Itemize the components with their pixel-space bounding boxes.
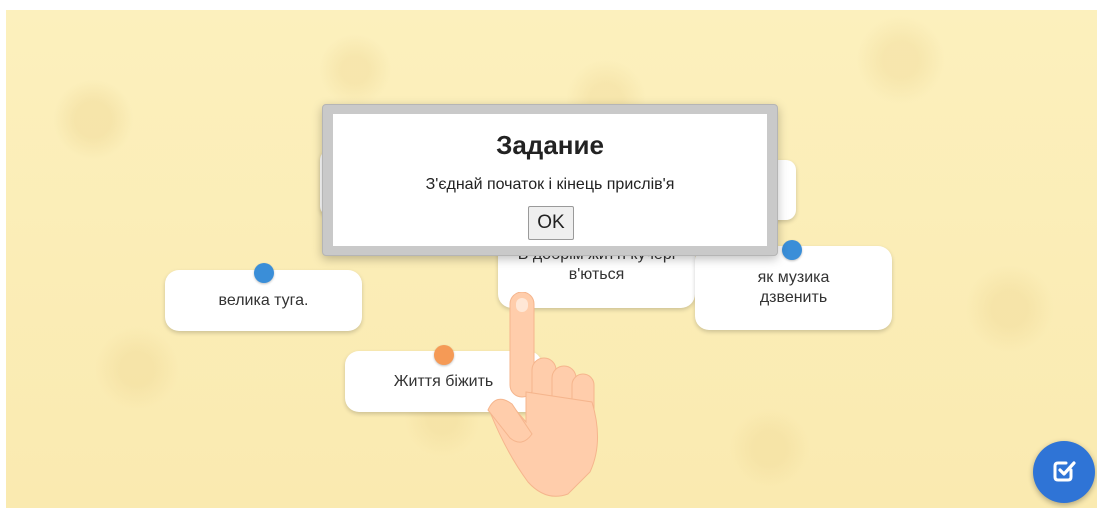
card-label: Життя біжить (393, 372, 494, 390)
connector-dot[interactable] (434, 345, 454, 365)
connector-dot[interactable] (254, 263, 274, 283)
ok-button[interactable]: OK (528, 206, 574, 240)
check-answer-button[interactable] (1033, 441, 1095, 503)
dialog-title: Задание (496, 130, 604, 160)
task-dialog-body: Задание З'єднай початок і кінець прислів… (333, 114, 767, 246)
game-stage: велика туга. В добрім житті кучері в'ють… (6, 10, 1097, 508)
card-label: як музика дзвенить (757, 269, 830, 306)
connector-dot[interactable] (782, 240, 802, 260)
card-label: велика туга. (218, 291, 309, 309)
task-dialog: Задание З'єднай початок і кінець прислів… (322, 104, 778, 256)
dialog-instruction: З'єднай початок і кінець прислів'я (425, 176, 675, 193)
check-square-icon (1053, 461, 1076, 482)
